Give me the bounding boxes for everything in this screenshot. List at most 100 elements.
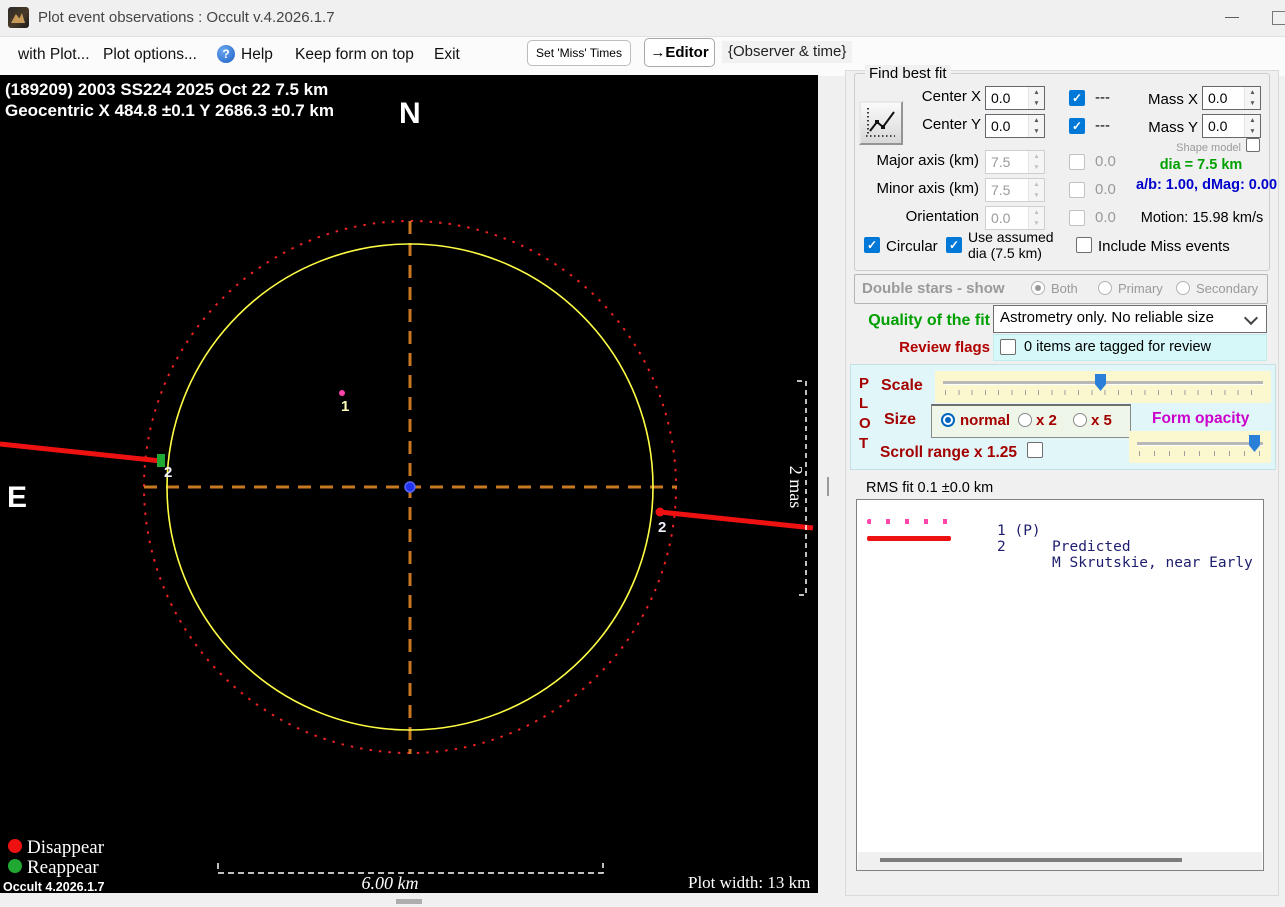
plot-letter-o: O	[859, 415, 871, 432]
menu-with-plot[interactable]: with Plot...	[18, 46, 90, 64]
chord1-label: 1	[341, 398, 349, 415]
include-miss-label: Include Miss events	[1098, 238, 1230, 255]
mass-x-label: Mass X	[1147, 91, 1198, 108]
km-scale-bar	[217, 863, 604, 874]
major-axis-spinner: 7.5 ▲ ▼	[985, 150, 1045, 174]
spin-arrows[interactable]: ▲ ▼	[1028, 87, 1044, 109]
title-bar: Plot event observations : Occult v.4.202…	[0, 0, 1285, 36]
review-flags-checkbox[interactable]	[1000, 339, 1016, 355]
spin-arrows: ▲ ▼	[1028, 207, 1044, 229]
window-title: Plot event observations : Occult v.4.202…	[38, 9, 335, 26]
minor-axis-zero-label: 0.0	[1095, 181, 1116, 198]
form-opacity-track	[1137, 442, 1263, 446]
plot-width-label: Plot width: 13 km	[688, 873, 810, 892]
double-stars-primary-label: Primary	[1118, 281, 1163, 296]
spin-arrows[interactable]: ▲ ▼	[1028, 115, 1044, 137]
form-opacity-slider[interactable]	[1129, 431, 1271, 463]
scroll-range-label: Scroll range x 1.25	[880, 444, 1017, 461]
size-x2-radio[interactable]	[1018, 413, 1032, 427]
mas-scale-label: 2 mas	[786, 466, 806, 509]
scale-slider-ticks	[945, 390, 1263, 395]
reappear-legend-label: Reappear	[27, 857, 99, 878]
spin-arrows: ▲ ▼	[1028, 179, 1044, 201]
orientation-checkbox	[1069, 210, 1085, 226]
minimize-button[interactable]: —	[1212, 8, 1252, 28]
disappear-legend-dot	[8, 839, 22, 853]
plot-letter-l: L	[859, 395, 869, 412]
quality-of-fit-dropdown[interactable]: Astrometry only. No reliable size	[993, 305, 1267, 333]
circular-label: Circular	[886, 238, 938, 255]
double-stars-label: Double stars - show	[862, 280, 1005, 297]
size-x5-radio[interactable]	[1073, 413, 1087, 427]
observer-time-label[interactable]: {Observer & time}	[722, 41, 853, 63]
scroll-range-checkbox[interactable]	[1027, 442, 1043, 458]
minor-axis-spinner: 7.5 ▲ ▼	[985, 178, 1045, 202]
spin-arrows[interactable]: ▲ ▼	[1244, 115, 1260, 137]
double-stars-secondary-radio	[1176, 281, 1190, 295]
disappear-marker	[655, 507, 665, 517]
center-dot	[404, 481, 416, 493]
chord2-left-label: 2	[164, 464, 172, 481]
size-normal-label: normal	[960, 412, 1011, 429]
form-opacity-thumb[interactable]	[1249, 435, 1260, 452]
maximize-button[interactable]	[1272, 11, 1285, 25]
size-normal-radio[interactable]	[941, 413, 955, 427]
set-miss-times-button[interactable]: Set 'Miss' Times	[527, 40, 631, 66]
horizontal-scrollbar-thumb[interactable]	[396, 899, 422, 904]
mass-y-spinner[interactable]: 0.0 ▲ ▼	[1202, 114, 1261, 138]
use-assumed-dia-checkbox[interactable]	[946, 237, 962, 253]
motion-label: Motion: 15.98 km/s	[1140, 210, 1264, 226]
center-y-dash-label: ---	[1095, 117, 1110, 134]
menu-plot-options[interactable]: Plot options...	[103, 46, 197, 64]
shape-model-label: Shape model	[1176, 142, 1241, 154]
editor-button[interactable]: →Editor	[644, 38, 715, 67]
observations-listbox[interactable]: 1 (P) Predicted 2 M Skrutskie, near Earl…	[856, 499, 1264, 871]
menu-keep-on-top[interactable]: Keep form on top	[295, 46, 414, 64]
center-y-label: Center Y	[922, 116, 981, 133]
splitter-handle[interactable]	[827, 477, 829, 496]
center-x-spinner[interactable]: 0.0 ▲ ▼	[985, 86, 1045, 110]
plot-settings-panel: P L O T Scale Size normal x 2 x 5 Form o…	[850, 364, 1276, 470]
plot-title-line2: Geocentric X 484.8 ±0.1 Y 2686.3 ±0.7 km	[5, 101, 334, 120]
control-panel: Find best fit Center X 0.0 ▲▼ --- Mass X…	[845, 65, 1279, 896]
occult-window: Plot event observations : Occult v.4.202…	[0, 0, 1285, 907]
mass-y-label: Mass Y	[1148, 119, 1198, 136]
circular-checkbox[interactable]	[864, 237, 880, 253]
reappear-legend-dot	[8, 859, 22, 873]
center-x-label: Center X	[921, 88, 981, 105]
plot-letter-t: T	[859, 435, 869, 452]
chevron-down-icon	[1243, 310, 1259, 326]
major-axis-checkbox	[1069, 154, 1085, 170]
use-assumed-label-1: Use assumed	[968, 229, 1054, 245]
center-x-dash-label: ---	[1095, 89, 1110, 106]
help-icon[interactable]: ?	[217, 45, 235, 63]
spin-arrows[interactable]: ▲ ▼	[1244, 87, 1260, 109]
scale-label: Scale	[881, 377, 923, 394]
menu-exit[interactable]: Exit	[434, 46, 460, 64]
scale-slider[interactable]	[935, 371, 1271, 403]
version-label: Occult 4.2026.1.7	[3, 880, 105, 893]
listbox-scrollbar-thumb[interactable]	[880, 858, 1182, 862]
review-flags-label: Review flags	[899, 339, 990, 356]
plot-letter-p: P	[859, 375, 870, 392]
minor-axis-checkbox	[1069, 182, 1085, 198]
include-miss-checkbox[interactable]	[1076, 237, 1092, 253]
observation-row[interactable]: 2 M Skrutskie, near Early	[857, 523, 1263, 587]
quality-of-fit-label: Quality of the fit	[868, 312, 990, 329]
double-stars-secondary-label: Secondary	[1196, 281, 1259, 296]
major-axis-zero-label: 0.0	[1095, 153, 1116, 170]
size-x2-label: x 2	[1036, 412, 1057, 429]
plot-title-line1: (189209) 2003 SS224 2025 Oct 22 7.5 km	[5, 80, 328, 99]
scale-slider-thumb[interactable]	[1095, 374, 1106, 391]
center-y-spinner[interactable]: 0.0 ▲ ▼	[985, 114, 1045, 138]
center-x-checkbox[interactable]	[1069, 90, 1085, 106]
listbox-horizontal-scrollbar[interactable]	[858, 852, 1262, 870]
use-assumed-label-2: dia (7.5 km)	[968, 245, 1042, 261]
shape-model-checkbox[interactable]	[1246, 138, 1260, 152]
occultation-plot-canvas[interactable]: (189209) 2003 SS224 2025 Oct 22 7.5 km G…	[0, 75, 818, 893]
form-opacity-label: Form opacity	[1152, 410, 1250, 427]
menu-help[interactable]: Help	[241, 46, 273, 64]
center-y-checkbox[interactable]	[1069, 118, 1085, 134]
diameter-label: dia = 7.5 km	[1159, 157, 1243, 173]
mass-x-spinner[interactable]: 0.0 ▲ ▼	[1202, 86, 1261, 110]
